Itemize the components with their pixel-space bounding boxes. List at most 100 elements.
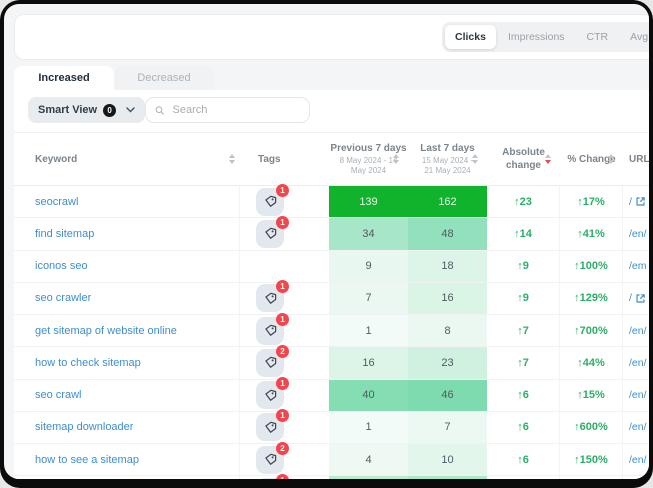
table-card: Smart View 0 Keyword Tags Pre	[14, 90, 649, 479]
percent-change-cell: ↑17%	[560, 186, 623, 217]
url-link[interactable]: /en/	[629, 421, 647, 433]
table-row[interactable]: how to see a sitemap 2 4 10 ↑6 ↑150% /en…	[14, 444, 649, 476]
tag-icon	[264, 227, 277, 240]
absolute-change-cell: ↑6	[487, 444, 560, 475]
previous-period-cell: 9	[329, 251, 408, 282]
smart-view-dropdown[interactable]: Smart View 0	[28, 97, 145, 123]
previous-period-cell: 34	[329, 218, 408, 249]
table-row[interactable]: seo crawl 1 40 46 ↑6 ↑15% /en/	[14, 380, 649, 412]
last-period-cell	[408, 476, 487, 479]
absolute-change-cell: ↑23	[487, 186, 560, 217]
sort-icon[interactable]	[472, 154, 478, 164]
previous-period-cell: 40	[329, 380, 408, 411]
previous-period-cell	[329, 476, 408, 479]
url-link[interactable]: /	[629, 196, 632, 208]
table-row[interactable]: seocrawl 1 139 162 ↑23 ↑17% /	[14, 186, 649, 218]
previous-period-cell: 1	[329, 315, 408, 346]
percent-change-cell: ↑41%	[560, 218, 623, 249]
tag-button[interactable]: 1	[256, 478, 284, 479]
column-date-range: 8 May 2024 - 14 May 2024	[338, 156, 400, 176]
column-header-url[interactable]: URL	[623, 133, 649, 185]
table-row[interactable]: 1	[14, 476, 649, 479]
sort-icon[interactable]	[393, 154, 399, 164]
metric-tab-impressions[interactable]: Impressions	[498, 25, 575, 49]
tag-icon	[264, 195, 277, 208]
tab-increased[interactable]: Increased	[14, 66, 114, 90]
tag-button[interactable]: 1	[256, 220, 284, 248]
metric-tab-ctr[interactable]: CTR	[577, 25, 619, 49]
column-label: Absolute change	[501, 146, 547, 172]
keyword-link[interactable]: find sitemap	[35, 228, 94, 240]
url-link[interactable]: /en/	[629, 389, 647, 401]
percent-change-cell: ↑700%	[560, 315, 623, 346]
metric-switcher: ClicksImpressionsCTRAvg Position	[442, 22, 649, 52]
table-row[interactable]: how to check sitemap 2 16 23 ↑7 ↑44% /en…	[14, 347, 649, 379]
table-row[interactable]: sitemap downloader 1 1 7 ↑6 ↑600% /en/	[14, 412, 649, 444]
percent-change-cell: ↑44%	[560, 347, 623, 378]
absolute-change-cell: ↑7	[487, 347, 560, 378]
tag-count-badge: 1	[276, 280, 289, 293]
column-header-previous[interactable]: Previous 7 days 8 May 2024 - 14 May 2024	[329, 133, 408, 185]
absolute-change-cell	[487, 476, 560, 479]
metric-tab-clicks[interactable]: Clicks	[445, 25, 496, 49]
url-link[interactable]: /	[629, 292, 632, 304]
tag-button[interactable]: 1	[256, 317, 284, 345]
tag-count-badge: 2	[276, 345, 289, 358]
tag-icon	[264, 292, 277, 305]
previous-period-cell: 7	[329, 283, 408, 314]
column-header-last[interactable]: Last 7 days 15 May 2024 - 21 May 2024	[408, 133, 487, 185]
absolute-change-cell: ↑14	[487, 218, 560, 249]
sort-icon[interactable]	[229, 154, 235, 164]
tag-button[interactable]: 2	[256, 446, 284, 474]
url-link[interactable]: /en/	[629, 454, 647, 466]
url-link[interactable]: /en/	[629, 357, 647, 369]
tab-decreased[interactable]: Decreased	[114, 66, 214, 90]
table-row[interactable]: find sitemap 1 34 48 ↑14 ↑41% /en/	[14, 218, 649, 250]
percent-change-cell: ↑100%	[560, 251, 623, 282]
keyword-link[interactable]: seo crawl	[35, 389, 81, 401]
column-header-absolute-change[interactable]: Absolute change	[487, 133, 560, 185]
url-link[interactable]: /em	[629, 260, 647, 272]
external-link-icon[interactable]	[635, 196, 646, 207]
last-period-cell: 23	[408, 347, 487, 378]
column-label: Last 7 days	[420, 143, 474, 154]
search-input[interactable]	[171, 103, 300, 117]
keyword-link[interactable]: seocrawl	[35, 196, 78, 208]
tag-button[interactable]: 1	[256, 188, 284, 216]
column-header-keyword[interactable]: Keyword	[14, 133, 240, 185]
column-label: Previous 7 days	[330, 143, 406, 154]
tag-count-badge: 1	[276, 184, 289, 197]
table-row[interactable]: seo crawler 1 7 16 ↑9 ↑129% /	[14, 283, 649, 315]
tag-button[interactable]: 1	[256, 413, 284, 441]
tag-count-badge: 1	[276, 216, 289, 229]
tag-icon	[264, 421, 277, 434]
last-period-cell: 18	[408, 251, 487, 282]
keyword-link[interactable]: get sitemap of website online	[35, 325, 177, 337]
sort-icon[interactable]	[608, 154, 614, 164]
external-link-icon[interactable]	[635, 293, 646, 304]
tag-icon	[264, 324, 277, 337]
tag-icon	[264, 389, 277, 402]
toolbar-card: ClicksImpressionsCTRAvg Position	[14, 14, 649, 60]
tag-button[interactable]: 1	[256, 381, 284, 409]
keyword-link[interactable]: iconos seo	[35, 260, 88, 272]
column-label: Keyword	[35, 154, 77, 165]
column-label: URL	[629, 154, 649, 165]
metric-tab-avg-position[interactable]: Avg Position	[620, 25, 649, 49]
keyword-link[interactable]: seo crawler	[35, 292, 91, 304]
tag-button[interactable]: 2	[256, 349, 284, 377]
tag-button[interactable]: 1	[256, 284, 284, 312]
column-label: Tags	[258, 154, 281, 165]
sort-icon-active-desc[interactable]	[545, 154, 551, 164]
keyword-link[interactable]: sitemap downloader	[35, 421, 133, 433]
url-link[interactable]: /en/	[629, 325, 647, 337]
url-link[interactable]: /en/	[629, 228, 647, 240]
absolute-change-cell: ↑9	[487, 283, 560, 314]
keyword-link[interactable]: how to see a sitemap	[35, 454, 139, 466]
tag-count-badge: 1	[276, 313, 289, 326]
last-period-cell: 162	[408, 186, 487, 217]
keyword-link[interactable]: how to check sitemap	[35, 357, 141, 369]
table-row[interactable]: iconos seo 0 9 18 ↑9 ↑100% /em	[14, 251, 649, 283]
table-row[interactable]: get sitemap of website online 1 1 8 ↑7 ↑…	[14, 315, 649, 347]
column-header-percent-change[interactable]: % Change	[560, 133, 623, 185]
